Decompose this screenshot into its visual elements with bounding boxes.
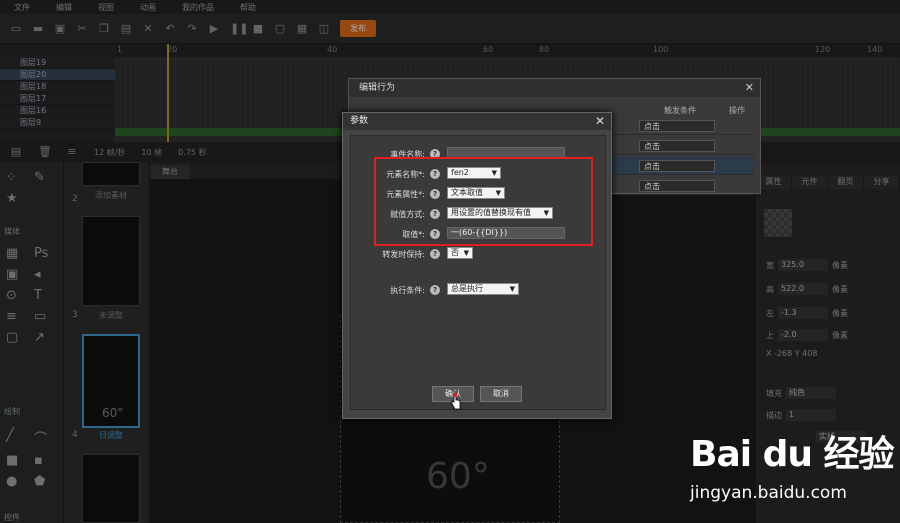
chevron-down-icon: ▼ — [509, 285, 515, 293]
exec-select[interactable]: 总是执行 ▼ — [447, 283, 519, 295]
hand-cursor-icon — [451, 392, 461, 410]
keep-select[interactable]: 否 ▼ — [447, 247, 473, 259]
keep-value: 否 — [451, 248, 459, 257]
col-operation: 操作 — [729, 106, 745, 115]
exec-value: 总是执行 — [451, 284, 483, 293]
help-icon[interactable]: ? — [430, 249, 440, 259]
chevron-down-icon: ▼ — [463, 249, 469, 257]
help-icon[interactable]: ? — [430, 285, 440, 295]
close-icon[interactable]: ✕ — [595, 114, 605, 128]
exec-label: 执行条件: — [390, 286, 425, 295]
close-icon[interactable]: ✕ — [745, 81, 754, 94]
trigger-select[interactable]: 点击 — [639, 140, 715, 152]
dialog-title: 编辑行为 — [349, 79, 760, 97]
baidu-watermark: Bai du 经验 jingyan.baidu.com — [690, 425, 895, 520]
trigger-select[interactable]: 点击 — [639, 120, 715, 132]
highlight-box — [374, 157, 593, 246]
col-trigger: 触发条件 — [664, 106, 696, 115]
trigger-select[interactable]: 点击 — [639, 180, 715, 192]
trigger-select[interactable]: 点击 — [639, 160, 715, 172]
watermark-logo: Bai du 经验 — [690, 434, 895, 475]
params-title: 参数 — [343, 113, 611, 130]
keep-label: 转发时保持: — [382, 250, 425, 259]
watermark-url: jingyan.baidu.com — [690, 483, 847, 503]
cancel-button[interactable]: 取消 — [480, 386, 522, 402]
